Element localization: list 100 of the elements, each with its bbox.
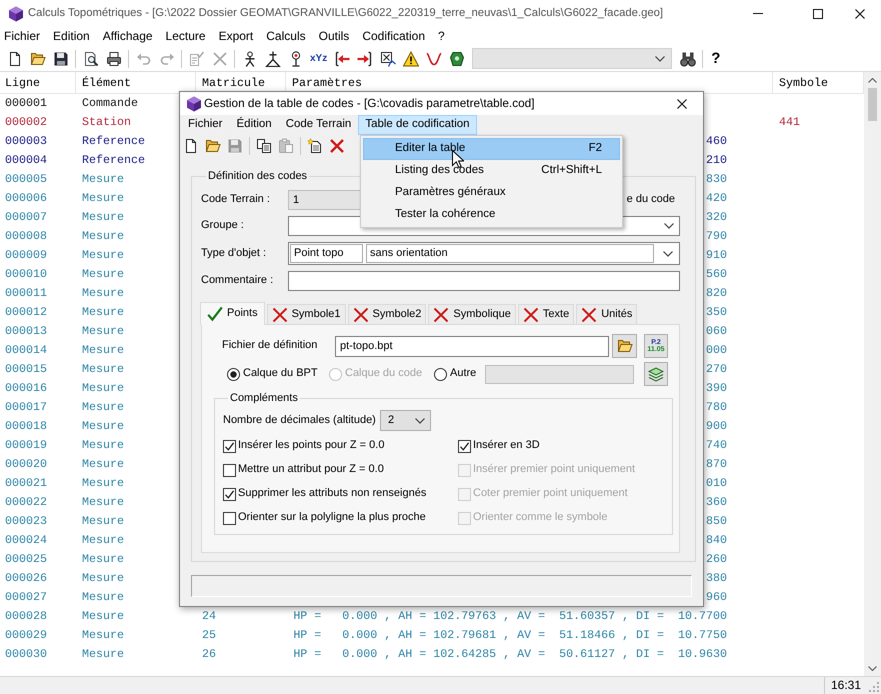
table-cell: 320 — [706, 210, 727, 224]
table-cell: 000027 — [5, 590, 47, 604]
shortcut-label: Ctrl+Shift+L — [541, 164, 602, 178]
table-cell: 210 — [706, 153, 727, 167]
table-cell: 000018 — [5, 419, 47, 433]
table-cell: Mesure — [82, 286, 124, 300]
table-cell: 840 — [706, 533, 727, 547]
table-cell: 000001 — [5, 96, 47, 110]
field-label: Groupe : — [201, 219, 245, 233]
table-cell: Mesure — [82, 476, 124, 490]
table-cell: 360 — [706, 495, 727, 509]
table-cell: 000029 — [5, 628, 47, 642]
table-cell: 000014 — [5, 343, 47, 357]
table-cell: Mesure — [82, 628, 124, 642]
table-cell: 000004 — [5, 153, 47, 167]
table-cell: 000022 — [5, 495, 47, 509]
table-cell: 000006 — [5, 191, 47, 205]
table-cell: Mesure — [82, 533, 124, 547]
table-cell: Mesure — [82, 267, 124, 281]
table-cell: HP = 0.000 , AH = 102.79681 , AV = 51.18466 , DI = 10.7750 — [293, 628, 727, 642]
dialog-title: Gestion de la table de codes - [G:\covadis parametre\table.cod] — [204, 96, 534, 111]
table-cell: Mesure — [82, 210, 124, 224]
table-cell: Mesure — [82, 457, 124, 471]
table-cell: Mesure — [82, 571, 124, 585]
table-cell: Mesure — [82, 419, 124, 433]
table-cell: 000024 — [5, 533, 47, 547]
group-title: Définition des codes — [207, 170, 308, 182]
table-cell: 000013 — [5, 324, 47, 338]
table-cell: Mesure — [82, 191, 124, 205]
table-cell: 000016 — [5, 381, 47, 395]
table-cell: 000010 — [5, 267, 47, 281]
table-cell: Mesure — [82, 381, 124, 395]
table-cell: Station — [82, 115, 131, 129]
table-cell: HP = 0.000 , AH = 102.79763 , AV = 51.60357 , DI = 10.7700 — [293, 609, 727, 623]
table-cell: 000002 — [5, 115, 47, 129]
table-cell: 000012 — [5, 305, 47, 319]
table-cell: Mesure — [82, 647, 124, 661]
table-cell: 000023 — [5, 514, 47, 528]
table-cell: 000028 — [5, 609, 47, 623]
table-cell: 441 — [779, 115, 800, 129]
table-cell: Mesure — [82, 495, 124, 509]
table-cell: 000009 — [5, 248, 47, 262]
table-cell: 000017 — [5, 400, 47, 414]
table-cell: 010 — [706, 476, 727, 490]
table-cell: 000021 — [5, 476, 47, 490]
table-cell: 350 — [706, 305, 727, 319]
shortcut-label: F2 — [588, 142, 602, 156]
table-cell: 850 — [706, 514, 727, 528]
table-cell: Reference — [82, 153, 145, 167]
table-cell: 460 — [706, 134, 727, 148]
table-cell: 270 — [706, 362, 727, 376]
table-cell: Mesure — [82, 172, 124, 186]
table-cell: 870 — [706, 457, 727, 471]
field-label: Commentaire : — [201, 274, 274, 288]
table-cell: 000008 — [5, 229, 47, 243]
table-cell: Mesure — [82, 343, 124, 357]
table-cell: 830 — [706, 172, 727, 186]
field-label: Type d'objet : — [201, 246, 268, 260]
table-cell: Mesure — [82, 590, 124, 604]
table-cell: 24 — [202, 609, 216, 623]
table-cell: Mesure — [82, 609, 124, 623]
table-cell: 790 — [706, 229, 727, 243]
table-cell: 380 — [706, 571, 727, 585]
table-cell: 000007 — [5, 210, 47, 224]
option-label: e du code — [626, 193, 676, 207]
table-cell: 000 — [706, 343, 727, 357]
window-title: Calculs Topométriques - [G:\2022 Dossier GEOMAT\GRANVILLE\G6022_220319_terre_neuvas\1_Calculs\G6022_facade.geo] — [28, 6, 664, 20]
table-cell: Mesure — [82, 324, 124, 338]
group-title: Compléments — [229, 392, 299, 404]
table-cell: 740 — [706, 438, 727, 452]
table-cell: Reference — [82, 134, 145, 148]
table-cell: 000015 — [5, 362, 47, 376]
table-cell: 820 — [706, 286, 727, 300]
table-cell: 000025 — [5, 552, 47, 566]
table-cell: Mesure — [82, 362, 124, 376]
table-cell: Mesure — [82, 248, 124, 262]
clock-text: 16:31 — [824, 677, 867, 694]
table-cell: 060 — [706, 324, 727, 338]
field-label: Fichier de définition — [222, 339, 318, 353]
table-cell: Commande — [82, 96, 138, 110]
table-cell: Mesure — [82, 514, 124, 528]
table-cell: 390 — [706, 381, 727, 395]
table-cell: 420 — [706, 191, 727, 205]
table-cell: 260 — [706, 552, 727, 566]
table-cell: 26 — [202, 647, 216, 661]
table-cell: 000011 — [5, 286, 47, 300]
field-label: Code Terrain : — [201, 193, 271, 207]
table-cell: 000020 — [5, 457, 47, 471]
table-cell: 000005 — [5, 172, 47, 186]
table-cell: Mesure — [82, 552, 124, 566]
table-cell: 25 — [202, 628, 216, 642]
table-cell: Mesure — [82, 400, 124, 414]
table-cell: Mesure — [82, 305, 124, 319]
table-cell: 780 — [706, 400, 727, 414]
table-cell: 560 — [706, 267, 727, 281]
table-cell: 000019 — [5, 438, 47, 452]
table-cell: 000003 — [5, 134, 47, 148]
table-cell: Mesure — [82, 438, 124, 452]
table-cell: 000026 — [5, 571, 47, 585]
table-cell: Mesure — [82, 229, 124, 243]
